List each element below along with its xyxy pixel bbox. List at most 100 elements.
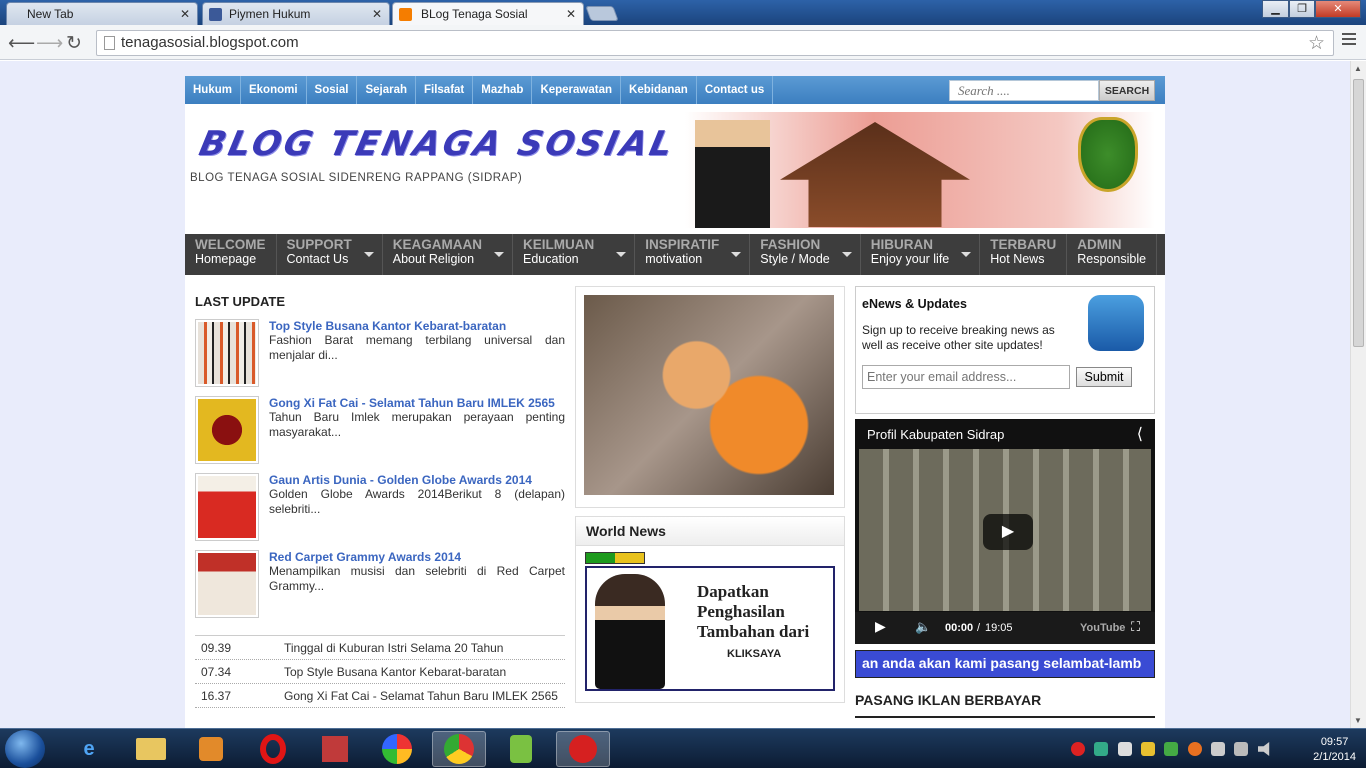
- scroll-down-icon[interactable]: ▼: [1354, 716, 1362, 725]
- close-tab-icon[interactable]: ✕: [372, 7, 382, 21]
- topmenu-contact-us[interactable]: Contact us: [697, 76, 774, 104]
- maximize-icon[interactable]: ❐: [1289, 0, 1315, 18]
- network-icon[interactable]: [1234, 742, 1248, 756]
- opera-icon[interactable]: [246, 731, 300, 767]
- tray-icon[interactable]: [1188, 742, 1202, 756]
- post-thumbnail[interactable]: [195, 319, 259, 387]
- nav-keagamaan[interactable]: KEAGAMAAN About Religion: [383, 234, 514, 275]
- post-title-link[interactable]: Red Carpet Grammy Awards 2014: [269, 550, 565, 564]
- tray-icon[interactable]: [1071, 742, 1085, 756]
- page-scrollbar[interactable]: ▲ ▼: [1350, 61, 1366, 728]
- tray-icon[interactable]: [1141, 742, 1155, 756]
- paint-tool-icon[interactable]: [308, 731, 362, 767]
- play-icon[interactable]: ▶: [875, 618, 886, 635]
- nav-fashion[interactable]: FASHION Style / Mode: [750, 234, 861, 275]
- forward-icon[interactable]: ⟶: [36, 32, 63, 55]
- recent-post-title[interactable]: Tinggal di Kuburan Istri Selama 20 Tahun: [284, 641, 503, 655]
- post-item[interactable]: Gaun Artis Dunia - Golden Globe Awards 2…: [195, 473, 565, 550]
- rss-icon[interactable]: [1088, 295, 1144, 351]
- tab-blog-tenaga-sosial[interactable]: BLog Tenaga Sosial ✕: [392, 2, 584, 25]
- recent-post-title[interactable]: Gong Xi Fat Cai - Selamat Tahun Baru IML…: [284, 689, 558, 703]
- nav-inspiratif[interactable]: INSPIRATIF motivation: [635, 234, 751, 275]
- address-bar[interactable]: ☆: [96, 30, 1334, 56]
- back-icon[interactable]: ⟵: [8, 32, 35, 55]
- post-thumbnail[interactable]: [195, 396, 259, 464]
- url-input[interactable]: [121, 34, 721, 51]
- clock[interactable]: 09:57 2/1/2014: [1313, 735, 1356, 765]
- nav-subtitle: Hot News: [990, 252, 1045, 266]
- submit-button[interactable]: Submit: [1076, 367, 1132, 387]
- site-logo[interactable]: BLOG TENAGA SOSIAL: [196, 124, 679, 164]
- main-nav: WELCOME Homepage SUPPORT Contact Us KEAGAM…: [185, 234, 1165, 275]
- media-player-icon[interactable]: [184, 731, 238, 767]
- scrollbar-thumb[interactable]: [1353, 79, 1364, 347]
- nav-hiburan[interactable]: HIBURAN Enjoy your life: [861, 234, 981, 275]
- close-tab-icon[interactable]: ✕: [566, 7, 576, 21]
- topmenu-hukum[interactable]: Hukum: [185, 76, 241, 104]
- nav-subtitle: Education: [523, 252, 579, 266]
- recent-post-row[interactable]: 16.37 Gong Xi Fat Cai - Selamat Tahun Bar…: [195, 684, 565, 708]
- video-title[interactable]: Profil Kabupaten Sidrap: [867, 427, 1004, 442]
- device-icon[interactable]: [1211, 742, 1225, 756]
- post-thumbnail[interactable]: [195, 473, 259, 541]
- internet-explorer-icon[interactable]: e: [62, 731, 116, 767]
- picasa-icon[interactable]: [370, 731, 424, 767]
- recent-post-row[interactable]: 07.34 Top Style Busana Kantor Kebarat-bar…: [195, 660, 565, 684]
- topmenu-filsafat[interactable]: Filsafat: [416, 76, 474, 104]
- post-item[interactable]: Gong Xi Fat Cai - Selamat Tahun Baru IML…: [195, 396, 565, 473]
- tab-piymen-hukum[interactable]: Piymen Hukum ✕: [202, 2, 390, 25]
- post-title-link[interactable]: Top Style Busana Kantor Kebarat-baratan: [269, 319, 565, 333]
- minimize-icon[interactable]: ▁: [1262, 0, 1289, 18]
- play-overlay-icon[interactable]: ▶: [983, 514, 1033, 550]
- topmenu-sosial[interactable]: Sosial: [307, 76, 358, 104]
- topmenu-kebidanan[interactable]: Kebidanan: [621, 76, 697, 104]
- nav-admin[interactable]: ADMIN Responsible: [1067, 234, 1158, 275]
- post-title-link[interactable]: Gaun Artis Dunia - Golden Globe Awards 2…: [269, 473, 565, 487]
- new-tab-button[interactable]: [585, 6, 619, 21]
- search-button[interactable]: SEARCH: [1099, 80, 1155, 101]
- nav-keilmuan[interactable]: KEILMUAN Education: [513, 234, 636, 275]
- close-tab-icon[interactable]: ✕: [180, 7, 190, 21]
- start-button[interactable]: [5, 730, 45, 768]
- tray-icon[interactable]: [1164, 742, 1178, 756]
- nav-welcome[interactable]: WELCOME Homepage: [185, 234, 277, 275]
- chrome-icon[interactable]: [432, 731, 486, 767]
- topmenu-sejarah[interactable]: Sejarah: [357, 76, 416, 104]
- post-excerpt: Tahun Baru Imlek merupakan perayaan pent…: [269, 410, 565, 439]
- explorer-folder-icon[interactable]: [124, 731, 178, 767]
- app-red-icon[interactable]: [556, 731, 610, 767]
- recent-post-row[interactable]: 09.39 Tinggal di Kuburan Istri Selama 20 …: [195, 636, 565, 660]
- post-title-link[interactable]: Gong Xi Fat Cai - Selamat Tahun Baru IML…: [269, 396, 565, 410]
- dropdown-arrow-icon: [731, 252, 742, 257]
- recent-post-title[interactable]: Top Style Busana Kantor Kebarat-baratan: [284, 665, 506, 679]
- youtube-logo[interactable]: YouTube: [1080, 622, 1125, 634]
- email-input[interactable]: [862, 365, 1070, 389]
- scroll-up-icon[interactable]: ▲: [1354, 64, 1362, 73]
- post-item[interactable]: Red Carpet Grammy Awards 2014 Menampilkan…: [195, 550, 565, 627]
- flag-icon[interactable]: [1118, 742, 1132, 756]
- featured-photo[interactable]: [584, 295, 834, 495]
- ad-model-image: [595, 574, 665, 689]
- tab-new-tab[interactable]: New Tab ✕: [6, 2, 198, 25]
- topmenu-ekonomi[interactable]: Ekonomi: [241, 76, 307, 104]
- bookmark-star-icon[interactable]: ☆: [1308, 32, 1325, 55]
- kliksaya-ad-banner[interactable]: Dapatkan Penghasilan Tambahan dari KLIKS…: [585, 566, 835, 691]
- topmenu-keperawatan[interactable]: Keperawatan: [532, 76, 622, 104]
- evernote-icon[interactable]: [494, 731, 548, 767]
- youtube-video-player[interactable]: Profil Kabupaten Sidrap ⟨ ▶ ▶ 🔈 00:00 / …: [855, 419, 1155, 644]
- fullscreen-icon[interactable]: ⛶: [1131, 619, 1140, 635]
- nav-support[interactable]: SUPPORT Contact Us: [277, 234, 383, 275]
- volume-tray-icon[interactable]: [1258, 742, 1270, 756]
- volume-icon[interactable]: 🔈: [915, 619, 931, 635]
- video-frame[interactable]: ▶: [859, 449, 1151, 611]
- post-thumbnail[interactable]: [195, 550, 259, 618]
- reload-icon[interactable]: ↻: [66, 32, 82, 55]
- topmenu-mazhab[interactable]: Mazhab: [473, 76, 533, 104]
- tray-icon[interactable]: [1094, 742, 1108, 756]
- share-icon[interactable]: ⟨: [1137, 424, 1143, 444]
- nav-terbaru[interactable]: TERBARU Hot News: [980, 234, 1068, 275]
- search-input[interactable]: [949, 80, 1099, 101]
- post-item[interactable]: Top Style Busana Kantor Kebarat-baratan F…: [195, 319, 565, 396]
- chrome-menu-icon[interactable]: [1342, 33, 1356, 48]
- close-window-icon[interactable]: ✕: [1315, 0, 1361, 18]
